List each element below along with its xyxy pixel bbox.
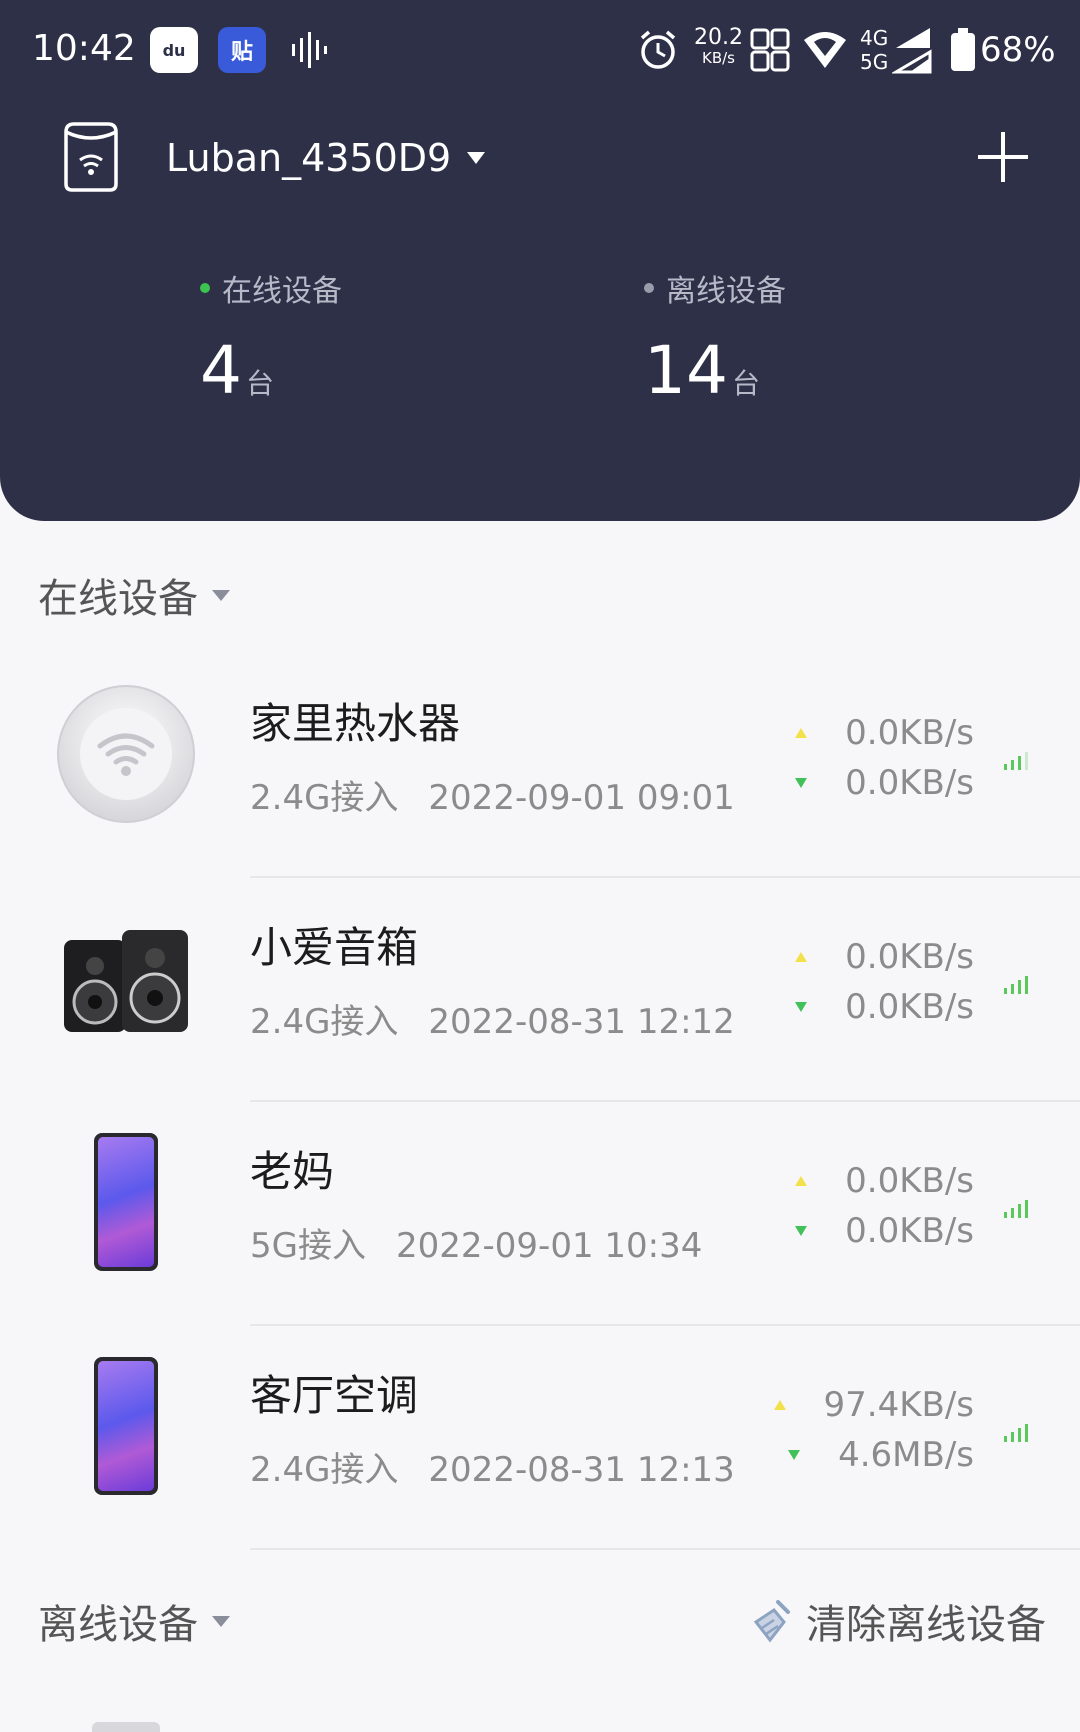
- offline-count-stat[interactable]: 离线设备 14 台: [644, 266, 786, 409]
- caret-down-icon: [212, 1615, 230, 1627]
- signal-strength-icon: [1004, 974, 1028, 994]
- upload-arrow-icon: [795, 728, 808, 738]
- device-speeds: 0.0KB/s 0.0KB/s: [795, 708, 974, 808]
- upload-arrow-icon: [795, 1176, 808, 1186]
- row-divider: [250, 1548, 1080, 1550]
- upload-arrow-icon: [773, 1400, 786, 1410]
- broom-icon: [753, 1600, 790, 1643]
- device-name: 客厅空调: [250, 1371, 419, 1420]
- signal-strength-icon: [1004, 750, 1028, 770]
- signal-strength-icon: [1004, 1198, 1028, 1218]
- header-panel: 10:42 du 贴 20.2 KB/s 4G 5G 68% Luban_435…: [0, 0, 1080, 521]
- baidu-map-app-icon: du: [150, 27, 198, 73]
- clear-offline-button[interactable]: 清除离线设备: [748, 1592, 1046, 1650]
- offline-section-toggle[interactable]: 离线设备: [38, 1592, 230, 1650]
- wifi-disc-icon: [56, 684, 196, 824]
- device-row[interactable]: 小爱音箱 2.4G接入 2022-08-31 12:12 0.0KB/s 0.0K…: [0, 878, 1080, 1102]
- wifi-status-icon: [804, 32, 846, 68]
- device-speeds: 0.0KB/s 0.0KB/s: [795, 1156, 974, 1256]
- clear-offline-label: 清除离线设备: [806, 1602, 1046, 1648]
- upload-arrow-icon: [795, 952, 808, 962]
- device-row[interactable]: 家里热水器 2.4G接入 2022-09-01 09:01 0.0KB/s 0.0…: [0, 654, 1080, 878]
- device-meta: 2.4G接入 2022-08-31 12:12: [250, 1002, 735, 1042]
- device-name: 老妈: [250, 1147, 335, 1196]
- online-section-title: 在线设备: [38, 576, 198, 622]
- offline-device-thumb: [92, 1722, 160, 1732]
- alarm-icon: [640, 30, 676, 69]
- download-arrow-icon: [795, 1002, 808, 1012]
- device-row[interactable]: 客厅空调 2.4G接入 2022-08-31 12:13 97.4KB/s 4.6…: [0, 1326, 1080, 1550]
- download-arrow-icon: [788, 1450, 801, 1460]
- device-speeds: 97.4KB/s 4.6MB/s: [773, 1380, 974, 1480]
- net-speed-indicator: 20.2 KB/s: [694, 25, 743, 68]
- status-time: 10:42: [32, 28, 136, 69]
- speaker-icon: [56, 908, 196, 1048]
- caret-down-icon: [212, 589, 230, 601]
- device-name: 家里热水器: [250, 699, 461, 748]
- online-dot-icon: [200, 283, 210, 293]
- phone-icon: [56, 1356, 196, 1496]
- battery-percent: 68%: [980, 30, 1056, 70]
- offline-label: 离线设备: [666, 274, 786, 309]
- device-row[interactable]: 老妈 5G接入 2022-09-01 10:34 0.0KB/s 0.0KB/s: [0, 1102, 1080, 1326]
- cellular-signal-icon: [892, 28, 932, 74]
- online-section-toggle[interactable]: 在线设备: [38, 566, 230, 624]
- device-meta: 5G接入 2022-09-01 10:34: [250, 1226, 703, 1266]
- offline-dot-icon: [644, 283, 654, 293]
- online-label: 在线设备: [222, 274, 342, 309]
- online-count-stat[interactable]: 在线设备 4台: [200, 266, 342, 409]
- download-arrow-icon: [795, 778, 808, 788]
- network-selector[interactable]: Luban_4350D9: [166, 136, 486, 180]
- offline-count: 14: [644, 332, 728, 409]
- signal-strength-icon: [1004, 1422, 1028, 1442]
- device-meta: 2.4G接入 2022-09-01 09:01: [250, 778, 735, 818]
- phone-icon: [56, 1132, 196, 1272]
- offline-section-title: 离线设备: [38, 1602, 198, 1648]
- device-name: 小爱音箱: [250, 923, 419, 972]
- ssid-label: Luban_4350D9: [166, 136, 452, 180]
- router-icon: [64, 122, 118, 192]
- battery-icon: [951, 28, 975, 71]
- tieba-app-icon: 贴: [218, 27, 266, 73]
- status-bar: 10:42 du 贴 20.2 KB/s 4G 5G 68%: [0, 0, 1080, 100]
- caret-down-icon: [467, 152, 486, 164]
- hd-signal-icon: [750, 28, 790, 72]
- offline-unit: 台: [731, 367, 760, 400]
- device-meta: 2.4G接入 2022-08-31 12:13: [250, 1450, 735, 1490]
- device-speeds: 0.0KB/s 0.0KB/s: [795, 932, 974, 1032]
- online-unit: 台: [246, 367, 275, 400]
- download-arrow-icon: [795, 1226, 808, 1236]
- voice-wave-icon: [292, 32, 327, 68]
- online-count: 4: [200, 332, 242, 409]
- add-button[interactable]: [976, 130, 1030, 184]
- network-type-label: 4G 5G: [860, 26, 889, 74]
